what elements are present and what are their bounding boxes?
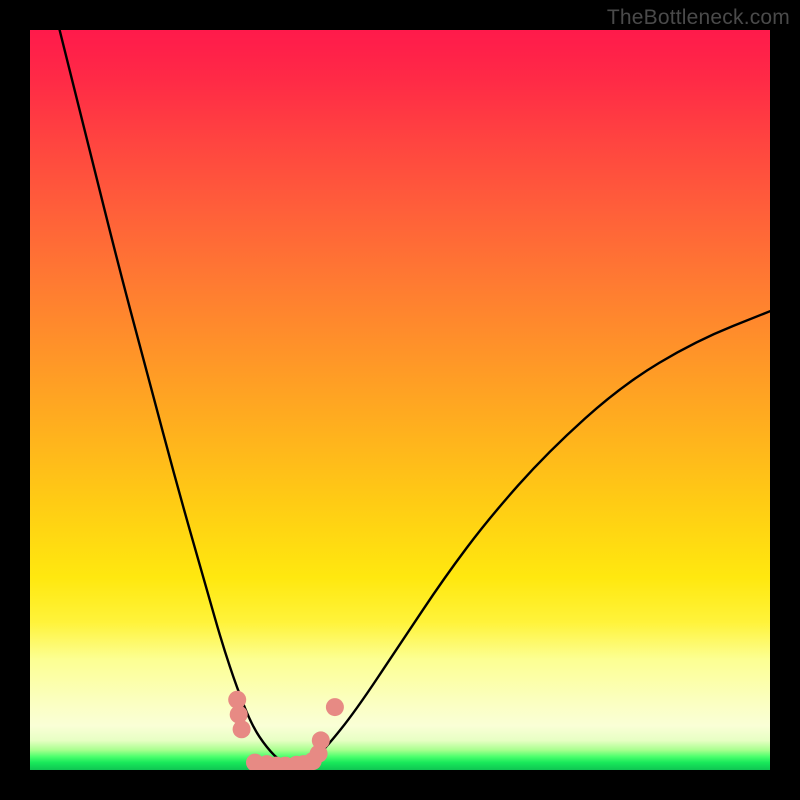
watermark-text: TheBottleneck.com	[607, 6, 790, 30]
plot-area	[30, 30, 770, 770]
bottleneck-curve	[60, 30, 770, 764]
marker-dot	[326, 698, 344, 716]
marker-group	[228, 691, 344, 770]
chart-frame: TheBottleneck.com	[0, 0, 800, 800]
marker-dot	[312, 731, 330, 749]
curve-layer	[30, 30, 770, 770]
marker-dot	[233, 720, 251, 738]
